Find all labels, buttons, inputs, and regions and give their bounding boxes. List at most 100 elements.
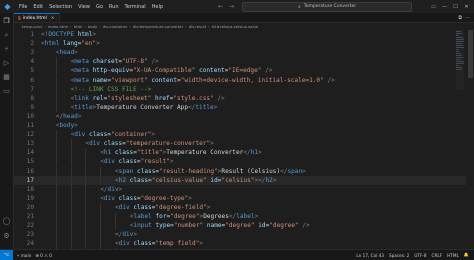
line-number: 8 <box>30 94 34 102</box>
editor-actions: ⧉ ⋯ <box>458 13 474 22</box>
code-line[interactable]: 10 </head> <box>14 112 466 121</box>
maximize-icon[interactable]: ☐ <box>452 4 459 10</box>
line-number: 5 <box>30 67 34 75</box>
code-line[interactable]: 14 <h1 class="title">Temperature Converte… <box>14 148 466 158</box>
close-icon[interactable]: ✕ <box>463 4 470 10</box>
breadcrumb-item[interactable]: div.container <box>103 24 128 29</box>
code-line[interactable]: 2 <html lang="en"> <box>14 39 466 48</box>
code-line[interactable]: 5 <meta http-equiv="X-UA-Compatible" cont… <box>14 66 466 76</box>
manage-gear-icon[interactable]: ⚙ <box>2 232 11 241</box>
vertical-scrollbar[interactable] <box>468 30 473 78</box>
line-number: 20 <box>26 203 34 211</box>
menu-help[interactable]: Help <box>149 4 166 10</box>
code-line[interactable]: 23 </div> <box>14 230 466 240</box>
breadcrumb-item[interactable]: h2#celsius.celsius-value <box>212 24 259 29</box>
status-bar: ⌥ ⑂ main ⊗ 0 ⚠ 0 Ln 17, Col 43 Spaces: 2… <box>0 249 474 260</box>
tab-label: index.html <box>22 15 47 21</box>
code-text: <div class="container"> <box>70 131 155 139</box>
code-line[interactable]: 3 <head> <box>14 48 466 57</box>
menu-run[interactable]: Run <box>106 4 122 10</box>
breadcrumb-item[interactable]: div.temperature-converter <box>133 24 183 29</box>
command-center-search[interactable]: ⌕ Temperature Converter <box>242 1 413 12</box>
code-line[interactable]: 21 <label for="degree">Degrees</label> <box>14 212 466 222</box>
code-line[interactable]: 8 <link rel="stylesheet" href="style.css"… <box>14 93 466 103</box>
account-icon[interactable]: ◯ <box>2 217 11 226</box>
code-text: <!-- LINK CSS FILE --> <box>70 85 152 93</box>
status-eol[interactable]: CRLF <box>432 253 443 258</box>
line-number: 13 <box>26 140 34 148</box>
menu-terminal[interactable]: Terminal <box>122 4 149 10</box>
code-text: <body> <box>55 122 78 130</box>
code-line[interactable]: 11 <body> <box>14 121 466 130</box>
code-line[interactable]: 16 <span class="result-heading">Result (C… <box>14 166 466 176</box>
window-controls: ▭ — ☐ ✕ <box>430 4 474 10</box>
run-debug-icon[interactable]: ▷ <box>2 59 11 68</box>
code-line[interactable]: 24 <div class="temp field"> <box>14 239 466 249</box>
status-branch[interactable]: ⑂ main <box>17 253 31 258</box>
line-number: 21 <box>26 213 34 221</box>
code-line[interactable]: 13 <div class="temperature-converter"> <box>14 139 466 149</box>
code-line[interactable]: 12 <div class="container"> <box>14 130 466 140</box>
layout-toggle-icon[interactable]: ▭ <box>430 4 437 10</box>
breadcrumb-item[interactable]: html <box>74 24 83 29</box>
code-line[interactable]: 1 <!DOCTYPE html> <box>14 30 466 39</box>
history-nav-arrows[interactable]: ← → <box>218 3 236 10</box>
line-number: 23 <box>26 231 34 239</box>
code-line[interactable]: 15 <div class="result"> <box>14 157 466 167</box>
code-line[interactable]: 20 <div class="degree-field"> <box>14 202 466 212</box>
line-number: 9 <box>30 103 34 111</box>
split-editor-icon[interactable]: ⧉ <box>458 15 462 21</box>
activity-bar: ❐ ⌕ ⑂ ▷ ▦ ▭ ◯ ⚙ <box>0 13 14 249</box>
command-center-text: Temperature Converter <box>303 4 357 9</box>
code-text: <title>Temperature Converter App</title> <box>70 103 218 111</box>
code-line[interactable]: 9 <title>Temperature Converter App</title… <box>14 102 466 112</box>
status-language[interactable]: HTML <box>447 253 459 258</box>
remote-explorer-icon[interactable]: ▭ <box>2 87 11 96</box>
html-file-icon: 5 <box>18 15 21 21</box>
menu-view[interactable]: View <box>75 4 93 10</box>
code-text: <h2 class="celsius-value" id="celsius"><… <box>115 176 277 184</box>
code-line[interactable]: 22 <input type="number" name="degree" id=… <box>14 221 466 231</box>
more-actions-icon[interactable]: ⋯ <box>465 15 470 21</box>
line-number: 15 <box>26 158 34 166</box>
code-line[interactable]: 4 <meta charset="UTF-8" /> <box>14 57 466 67</box>
code-line[interactable]: 18 </div> <box>14 184 466 194</box>
minimap[interactable] <box>456 30 464 90</box>
extensions-icon[interactable]: ▦ <box>2 73 11 82</box>
status-encoding[interactable]: UTF-8 <box>414 253 426 258</box>
search-icon: ⌕ <box>297 3 301 10</box>
tab-index-html[interactable]: 5 index.html × <box>14 13 60 22</box>
code-line[interactable]: 6 <meta name="viewport" content="width=de… <box>14 75 466 85</box>
code-text: <link rel="stylesheet" href="style.css" … <box>70 94 225 102</box>
line-number: 19 <box>26 194 34 202</box>
status-cursor-position[interactable]: Ln 17, Col 43 <box>356 253 384 258</box>
breadcrumb-item[interactable]: div.result <box>189 24 206 29</box>
breadcrumb-item[interactable]: body <box>88 24 97 29</box>
source-control-icon[interactable]: ⑂ <box>2 45 11 54</box>
menu-selection[interactable]: Selection <box>46 4 75 10</box>
menu-edit[interactable]: Edit <box>30 4 46 10</box>
code-line[interactable]: 7 <!-- LINK CSS FILE --> <box>14 84 466 94</box>
code-text: </div> <box>100 185 123 193</box>
explorer-icon[interactable]: ❐ <box>2 17 11 26</box>
code-line[interactable]: 17 <h2 class="celsius-value" id="celsius"… <box>14 175 466 185</box>
status-problems[interactable]: ⊗ 0 ⚠ 0 <box>35 253 52 258</box>
status-indentation[interactable]: Spaces: 2 <box>389 253 409 258</box>
menu-go[interactable]: Go <box>93 4 106 10</box>
tab-close-icon[interactable]: × <box>51 16 55 21</box>
code-text: <span class="result-heading">Result (Cel… <box>115 167 306 175</box>
line-number: 24 <box>26 240 34 248</box>
search-icon[interactable]: ⌕ <box>2 31 11 40</box>
code-editor[interactable]: 1 <!DOCTYPE html> 2 <html lang="en"> 3 <head>… <box>14 30 474 258</box>
breadcrumb: temp-conv › index.html › html › body › div.c… <box>22 24 259 29</box>
line-number: 2 <box>30 40 34 48</box>
notifications-bell-icon[interactable]: 🔔 <box>464 252 469 258</box>
code-text: <head> <box>55 49 78 57</box>
menu-file[interactable]: File <box>16 4 30 10</box>
breadcrumb-item[interactable]: index.html <box>48 24 68 29</box>
line-number: 11 <box>26 122 34 130</box>
code-text: <div class="degree-type"> <box>100 194 192 202</box>
code-line[interactable]: 19 <div class="degree-type"> <box>14 193 466 203</box>
minimize-icon[interactable]: — <box>441 4 448 10</box>
breadcrumb-item[interactable]: temp-conv <box>22 24 42 29</box>
